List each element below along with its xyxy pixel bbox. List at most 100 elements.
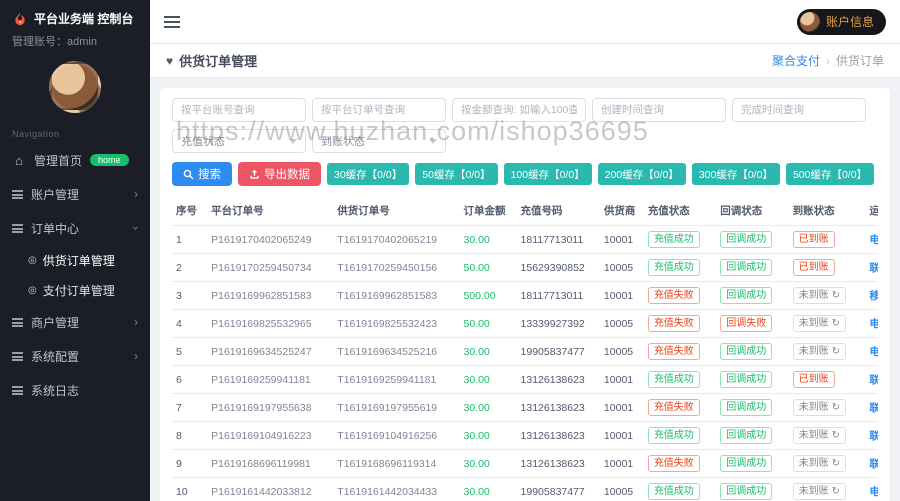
- col-header-phone: 充值号码: [517, 196, 600, 226]
- refresh-icon[interactable]: ↻: [832, 402, 840, 413]
- app-window: 平台业务端 控制台 管理账号：admin Navigation ⌂ 管理首页 h…: [0, 0, 900, 501]
- recharge-phone: 13339927392: [517, 310, 600, 338]
- create-time-search-input[interactable]: [592, 98, 726, 122]
- refresh-icon[interactable]: ↻: [832, 318, 840, 329]
- callback-status-badge: 回调成功: [720, 483, 772, 500]
- row-seq: 4: [172, 310, 207, 338]
- hamburger-menu-icon[interactable]: [164, 16, 180, 28]
- amount-search-input[interactable]: [452, 98, 586, 122]
- avatar: [800, 12, 820, 32]
- refresh-icon[interactable]: ↻: [832, 430, 840, 441]
- recharge-status-select[interactable]: 充值状态: [172, 129, 306, 153]
- order-amount: 30.00: [459, 478, 516, 501]
- supplier-id: 10001: [600, 422, 644, 450]
- arrive-status-badge[interactable]: 未到账↻: [793, 483, 846, 500]
- arrive-status-badge[interactable]: 未到账↻: [793, 343, 846, 360]
- flame-logo-icon: [12, 11, 28, 27]
- refresh-icon[interactable]: ↻: [832, 486, 840, 497]
- row-seq: 9: [172, 450, 207, 478]
- table-row: 10P1619161442033812T161916144203443330.0…: [172, 478, 878, 501]
- row-seq: 6: [172, 366, 207, 394]
- order-amount: 30.00: [459, 226, 516, 254]
- supplier-id: 10005: [600, 310, 644, 338]
- list-icon: [12, 318, 23, 327]
- arrive-status-badge[interactable]: 未到账↻: [793, 315, 846, 332]
- supplier-id: 10005: [600, 338, 644, 366]
- chevron-down-icon: [429, 139, 437, 144]
- finish-time-search-input[interactable]: [732, 98, 866, 122]
- sidebar-item-order-center[interactable]: 订单中心 ›: [0, 211, 150, 245]
- breadcrumb: 聚合支付 › 供货订单: [772, 52, 884, 69]
- arrive-status-badge[interactable]: 未到账↻: [793, 455, 846, 472]
- sidebar-item-merchants[interactable]: 商户管理 ›: [0, 305, 150, 339]
- sidebar-item-dashboard[interactable]: ⌂ 管理首页 home: [0, 143, 150, 177]
- row-seq: 7: [172, 394, 207, 422]
- account-info-button[interactable]: 账户信息: [797, 9, 886, 35]
- refresh-icon[interactable]: ↻: [832, 346, 840, 357]
- order-amount: 30.00: [459, 338, 516, 366]
- refresh-icon[interactable]: ↻: [832, 290, 840, 301]
- search-button[interactable]: 搜索: [172, 162, 232, 186]
- orders-card: 充值状态 到账状态 搜索: [160, 88, 890, 501]
- callback-status-badge: 回调失败: [720, 315, 772, 332]
- recharge-status-badge: 充值失败: [648, 287, 700, 304]
- search-icon: [183, 169, 194, 180]
- recharge-phone: 13126138623: [517, 450, 600, 478]
- main-area: 账户信息 ♥ 供货订单管理 聚合支付 › 供货订单: [150, 0, 900, 501]
- carrier: 联通: [865, 422, 878, 450]
- export-data-button[interactable]: 导出数据: [238, 162, 321, 186]
- supplier-id: 10001: [600, 450, 644, 478]
- arrive-status-select[interactable]: 到账状态: [312, 129, 446, 153]
- platform-account-search-input[interactable]: [172, 98, 306, 122]
- carrier: 联通: [865, 366, 878, 394]
- arrive-status-badge[interactable]: 未到账↻: [793, 287, 846, 304]
- table-row: 1P1619170402065249T161917040206521930.00…: [172, 226, 878, 254]
- sidebar-item-system-logs[interactable]: 系统日志: [0, 373, 150, 407]
- recharge-phone: 19905837477: [517, 338, 600, 366]
- recharge-status-badge: 充值成功: [648, 371, 700, 388]
- callback-status-badge: 回调成功: [720, 343, 772, 360]
- refresh-icon[interactable]: ↻: [832, 458, 840, 469]
- recharge-phone: 18117713011: [517, 282, 600, 310]
- recharge-phone: 19905837477: [517, 478, 600, 501]
- arrive-status-badge: 已到账: [793, 371, 835, 388]
- sidebar-item-accounts[interactable]: 账户管理 ›: [0, 177, 150, 211]
- col-header-supply-no: 供货订单号: [333, 196, 459, 226]
- arrive-status-badge[interactable]: 未到账↻: [793, 427, 846, 444]
- sidebar-item-system-config[interactable]: 系统配置 ›: [0, 339, 150, 373]
- cache-tag-30[interactable]: 30缓存【0/0】: [327, 163, 409, 185]
- sidebar-item-supply-orders[interactable]: ◎ 供货订单管理: [0, 245, 150, 275]
- topbar: 账户信息: [150, 0, 900, 44]
- recharge-phone: 13126138623: [517, 422, 600, 450]
- col-header-callback-status: 回调状态: [716, 196, 788, 226]
- carrier: 电信: [865, 338, 878, 366]
- platform-order-no: P1619169825532965: [207, 310, 333, 338]
- breadcrumb-root-link[interactable]: 聚合支付: [772, 52, 820, 69]
- platform-order-no: P1619168696119981: [207, 450, 333, 478]
- platform-order-no: P1619169634525247: [207, 338, 333, 366]
- sidebar-item-payment-orders[interactable]: ◎ 支付订单管理: [0, 275, 150, 305]
- cache-tag-500[interactable]: 500缓存【0/0】: [786, 163, 874, 185]
- col-header-supplier: 供货商: [600, 196, 644, 226]
- order-amount: 50.00: [459, 254, 516, 282]
- cache-tag-200[interactable]: 200缓存【0/0】: [598, 163, 686, 185]
- callback-status-badge: 回调成功: [720, 371, 772, 388]
- recharge-phone: 15629390852: [517, 254, 600, 282]
- carrier: 联通: [865, 254, 878, 282]
- recharge-status-badge: 充值失败: [648, 455, 700, 472]
- chevron-right-icon: ›: [134, 188, 138, 200]
- col-header-carrier: 运营商: [865, 196, 878, 226]
- table-row: 8P1619169104916223T161916910491625630.00…: [172, 422, 878, 450]
- supply-order-no: T1619169104916256: [333, 422, 459, 450]
- platform-order-no-search-input[interactable]: [312, 98, 446, 122]
- cache-tag-50[interactable]: 50缓存【0/0】: [415, 163, 497, 185]
- avatar[interactable]: [49, 61, 101, 113]
- cache-tag-300[interactable]: 300缓存【0/0】: [692, 163, 780, 185]
- admin-account-label: 管理账号：admin: [0, 29, 150, 49]
- chevron-right-icon: ›: [134, 350, 138, 362]
- list-icon: [12, 224, 23, 233]
- arrive-status-badge[interactable]: 未到账↻: [793, 399, 846, 416]
- supplier-id: 10001: [600, 226, 644, 254]
- cache-tag-100[interactable]: 100缓存【0/0】: [504, 163, 592, 185]
- list-icon: [12, 386, 23, 395]
